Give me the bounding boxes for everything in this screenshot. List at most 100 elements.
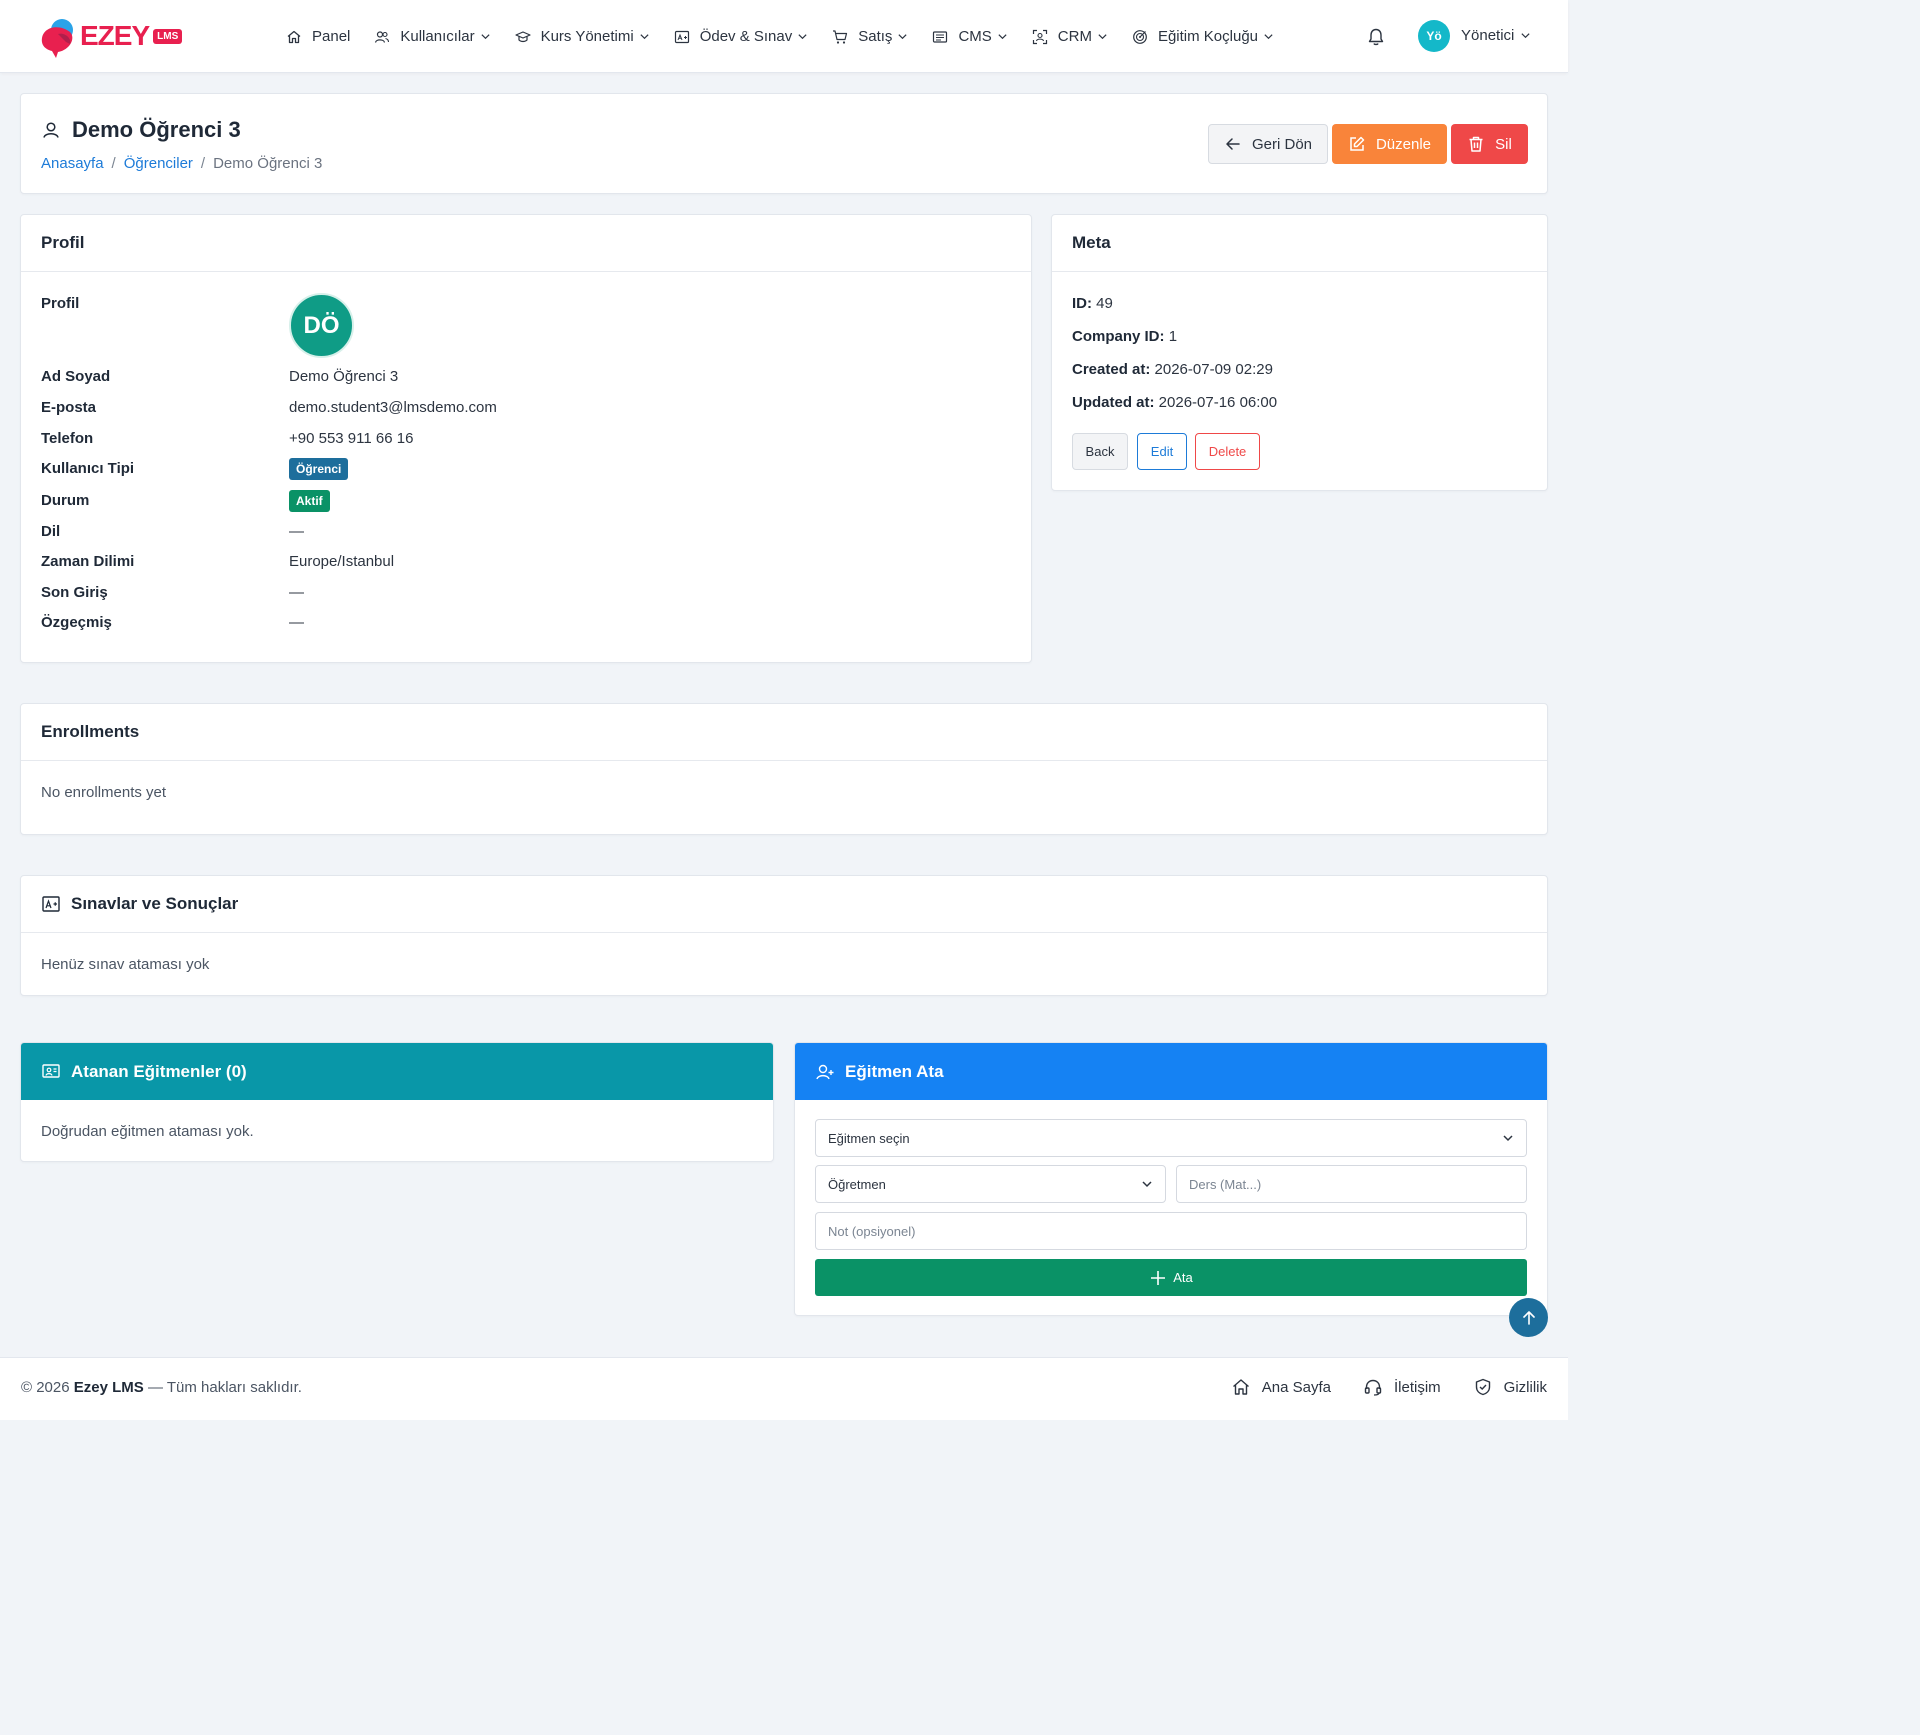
field-value-timezone: Europe/Istanbul [289,553,395,570]
main-nav: Panel Kullanıcılar Kurs Yönetimi Ödev & … [286,0,1298,73]
delete-button-label: Sil [1495,135,1512,153]
home-icon [287,30,301,43]
nav-label: Kullanıcılar [400,28,475,45]
nav-label: Satış [858,28,893,45]
meta-row-company: Company ID: 1 [1072,328,1177,345]
meta-value: 2026-07-16 06:00 [1158,394,1278,411]
footer-link-contact[interactable]: İletişim [1363,1377,1441,1397]
field-value-phone: +90 553 911 66 16 [289,430,414,447]
meta-label: Updated at: [1072,394,1155,411]
copyright-brand: Ezey LMS [73,1379,144,1396]
nav-item-cms[interactable]: CMS [932,28,1007,45]
role-select[interactable]: Öğretmen [815,1165,1166,1203]
meta-edit-button[interactable]: Edit [1137,433,1187,470]
assign-submit-label: Ata [1173,1270,1193,1285]
arrow-left-icon [1226,138,1240,150]
meta-back-button[interactable]: Back [1072,433,1128,470]
meta-row-id: ID: 49 [1072,295,1113,312]
breadcrumb-separator: / [200,155,206,172]
trash-icon [1469,136,1483,152]
chevron-down-icon [1264,34,1273,40]
field-label: Telefon [41,430,94,447]
nav-item-crm[interactable]: CRM [1032,28,1108,45]
field-label: E-posta [41,399,97,416]
cart-icon [833,29,848,44]
meta-row-created: Created at: 2026-07-09 02:29 [1072,361,1273,378]
exams-title: Sınavlar ve Sonuçlar [71,894,239,913]
nav-item-users[interactable]: Kullanıcılar [374,28,490,45]
footer-link-label: İletişim [1393,1378,1441,1396]
page-title: Demo Öğrenci 3 [41,117,241,143]
chevron-down-icon [1521,33,1530,39]
edit-icon [1350,136,1365,151]
nav-label: Ödev & Sınav [699,28,793,45]
exam-icon [674,30,689,43]
user-menu[interactable]: Yönetici [1461,27,1531,44]
chevron-down-icon [1098,34,1107,40]
footer-links: Ana Sayfa İletişim Gizlilik [1199,1377,1547,1397]
nav-label: CMS [958,28,992,45]
nav-item-course-management[interactable]: Kurs Yönetimi [514,28,650,45]
user-icon [43,122,59,138]
enrollments-card: Enrollments No enrollments yet [20,703,1548,835]
enrollments-empty-text: No enrollments yet [41,784,167,801]
footer-link-home[interactable]: Ana Sayfa [1231,1377,1331,1397]
enrollments-title: Enrollments [21,704,1547,761]
cms-icon [933,30,948,43]
assigned-instructors-empty-text: Doğrudan eğitmen ataması yok. [41,1123,254,1140]
field-value-name: Demo Öğrenci 3 [289,368,399,385]
exams-empty-text: Henüz sınav ataması yok [41,956,210,973]
nav-item-coaching[interactable]: Eğitim Koçluğu [1132,28,1274,45]
edit-button[interactable]: Düzenle [1332,124,1447,164]
note-input[interactable]: Not (opsiyonel) [815,1212,1527,1250]
field-label: Kullanıcı Tipi [41,460,135,477]
nav-item-homework-exam[interactable]: Ödev & Sınav [674,28,809,45]
nav-item-panel[interactable]: Panel [286,28,350,45]
field-value-status-wrap: Aktif [289,490,330,512]
exams-card: Sınavlar ve Sonuçlar Henüz sınav ataması… [20,875,1548,996]
bell-icon[interactable] [1366,27,1386,47]
plus-icon [1151,1270,1166,1285]
chevron-down-icon [640,34,649,40]
field-label: Durum [41,492,90,509]
page-header-card: Demo Öğrenci 3 Anasayfa / Öğrenciler / D… [20,93,1548,194]
meta-label: Created at: [1072,361,1151,378]
footer-link-label: Gizlilik [1503,1378,1547,1396]
graduation-cap-icon [514,30,531,42]
brand-logo[interactable]: EZEY LMS [40,14,183,58]
user-type-badge: Öğrenci [289,458,349,480]
edit-button-label: Düzenle [1375,135,1432,153]
footer-link-label: Ana Sayfa [1261,1378,1331,1396]
logo-mark-icon [41,19,73,58]
chevron-down-icon [998,34,1007,40]
scroll-to-top-button[interactable] [1509,1298,1548,1337]
breadcrumb-students[interactable]: Öğrenciler [124,155,193,172]
back-button[interactable]: Geri Dön [1208,124,1328,164]
nav-label: CRM [1057,28,1092,45]
back-button-label: Geri Dön [1251,135,1313,153]
crm-icon [1032,29,1047,44]
chevron-down-icon [898,34,908,40]
assigned-instructors-title: Atanan Eğitmenler (0) [71,1061,247,1081]
copyright: © 2026 Ezey LMS — Tüm hakları saklıdır. [21,1379,302,1396]
meta-card-title: Meta [1052,215,1547,272]
meta-label: ID: [1072,295,1092,312]
user-avatar[interactable]: Yö [1418,20,1450,52]
headset-icon [1364,1379,1382,1396]
nav-item-sales[interactable]: Satış [832,28,908,45]
page-title-text: Demo Öğrenci 3 [72,117,241,142]
meta-delete-button[interactable]: Delete [1195,433,1260,470]
home-icon [1232,1379,1249,1395]
breadcrumb: Anasayfa / Öğrenciler / Demo Öğrenci 3 [41,155,322,172]
assign-submit-button[interactable]: Ata [815,1259,1527,1296]
chevron-down-icon [480,34,490,40]
assigned-instructors-header: Atanan Eğitmenler (0) [21,1043,773,1100]
delete-button[interactable]: Sil [1451,124,1528,164]
course-input[interactable]: Ders (Mat...) [1176,1165,1527,1203]
breadcrumb-home[interactable]: Anasayfa [41,155,104,172]
instructor-select[interactable]: Eğitmen seçin [815,1119,1527,1157]
footer-link-privacy[interactable]: Gizlilik [1473,1377,1547,1397]
role-select-value: Öğretmen [828,1176,886,1192]
meta-value: 49 [1096,295,1113,312]
users-icon [375,30,390,43]
